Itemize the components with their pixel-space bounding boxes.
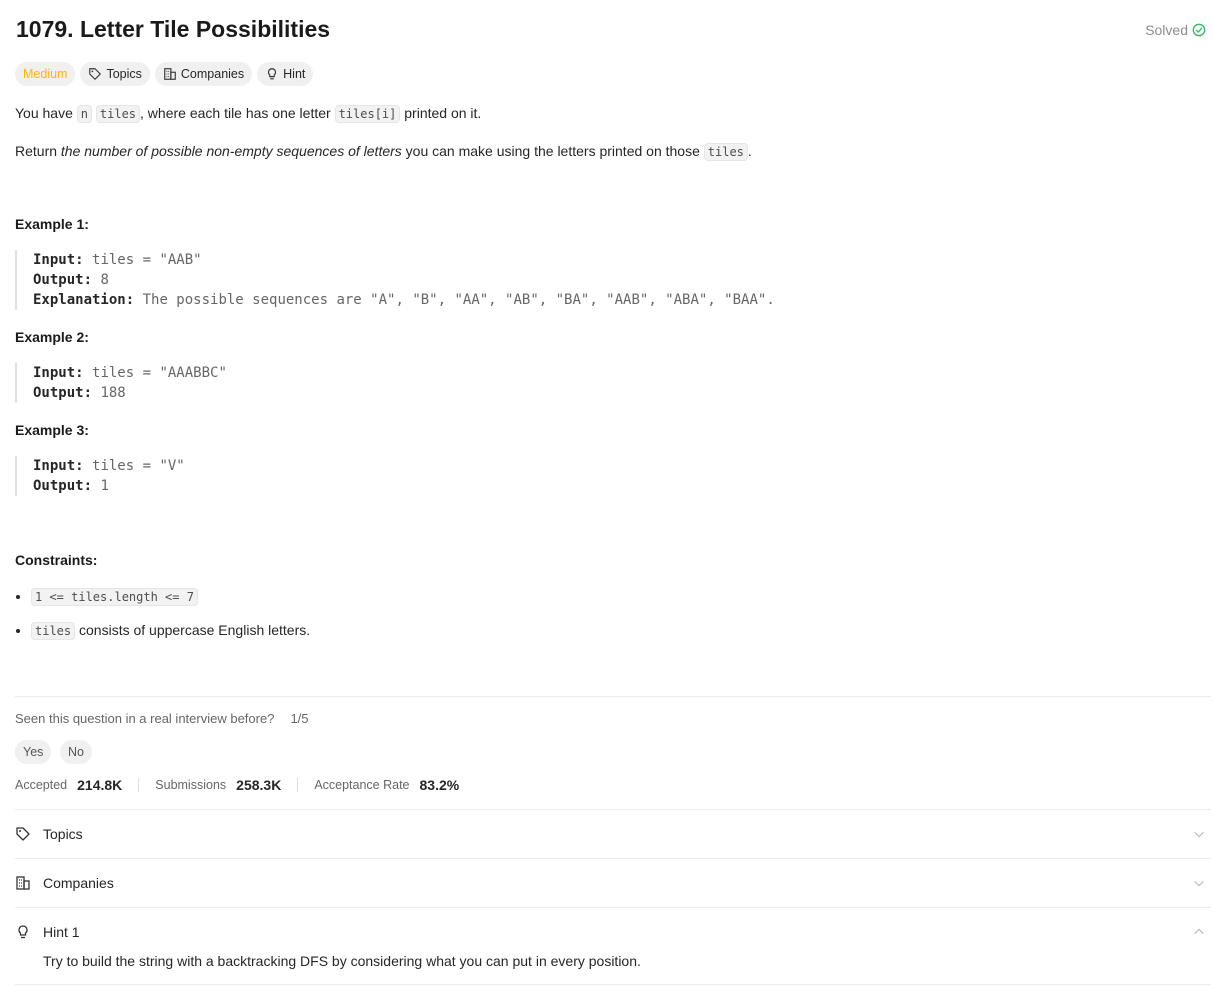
inline-code: 1 <= tiles.length <= 7 [31, 588, 198, 606]
hint-1-text: Try to build the string with a backtrack… [43, 953, 641, 969]
yes-button[interactable]: Yes [15, 740, 52, 764]
companies-accordion-label: Companies [43, 875, 114, 891]
description-paragraph-2: Return the number of possible non-empty … [15, 141, 752, 162]
desc-text: Return [15, 143, 61, 159]
example-1-title: Example 1: [15, 216, 89, 232]
explanation-value: The possible sequences are "A", "B", "AA… [142, 292, 775, 308]
example-3-input: Input: tiles = "V" [33, 456, 185, 476]
output-label: Output: [33, 272, 93, 288]
example-3-output: Output: 1 [33, 476, 185, 496]
topics-tag-button[interactable]: Topics [80, 62, 150, 86]
desc-text: printed on it. [400, 105, 482, 121]
companies-tag-button[interactable]: Companies [154, 62, 253, 86]
no-button[interactable]: No [60, 740, 92, 764]
input-label: Input: [33, 252, 84, 268]
description-paragraph-1: You have n tiles, where each tile has on… [15, 103, 481, 124]
output-value: 188 [100, 385, 126, 401]
topics-accordion[interactable]: Topics [15, 824, 1206, 844]
example-2-title: Example 2: [15, 329, 89, 345]
acceptance-rate-label: Acceptance Rate [314, 778, 410, 792]
inline-code: n [76, 105, 92, 123]
constraint-item: tiles consists of uppercase English lett… [31, 620, 310, 641]
desc-emphasis: the number of possible non-empty sequenc… [60, 143, 402, 159]
input-value: tiles = "AAB" [92, 252, 202, 268]
input-label: Input: [33, 365, 84, 381]
hint-tag-label: Hint [283, 67, 306, 81]
constraints-list: 1 <= tiles.length <= 7 tiles consists of… [15, 586, 310, 654]
tag-icon [89, 68, 102, 80]
desc-text: you can make using the letters printed o… [401, 143, 704, 159]
solved-label: Solved [1145, 22, 1188, 38]
example-2-output: Output: 188 [33, 383, 227, 403]
difficulty-badge[interactable]: Medium [15, 62, 76, 86]
acceptance-rate-value: 83.2% [419, 777, 460, 793]
interview-question-text: Seen this question in a real interview b… [15, 711, 275, 726]
divider [15, 907, 1211, 908]
desc-text: You have [15, 105, 77, 121]
divider [15, 858, 1211, 859]
companies-accordion[interactable]: Companies [15, 873, 1206, 893]
inline-code: tiles [31, 622, 76, 640]
check-circle-icon [1192, 23, 1206, 37]
example-3-title: Example 3: [15, 422, 89, 438]
lightbulb-icon [268, 68, 277, 80]
output-label: Output: [33, 478, 93, 494]
input-label: Input: [33, 458, 84, 474]
desc-text: . [747, 143, 752, 159]
input-value: tiles = "AAABBC" [92, 365, 227, 381]
output-label: Output: [33, 385, 93, 401]
problem-title: 1079. Letter Tile Possibilities [16, 16, 331, 42]
accepted-label: Accepted [15, 778, 68, 792]
inline-code: tiles[i] [334, 105, 401, 123]
input-value: tiles = "V" [92, 458, 185, 474]
tag-icon [16, 827, 30, 841]
solved-status: Solved [1145, 22, 1206, 38]
hint-tag-button[interactable]: Hint [257, 62, 314, 86]
hint-1-accordion-label: Hint 1 [43, 924, 80, 940]
desc-text: , where each tile has one letter [140, 105, 335, 121]
example-1-block: Input: tiles = "AAB" Output: 8 Explanati… [15, 250, 775, 310]
inline-code: tiles [95, 105, 141, 123]
example-2-input: Input: tiles = "AAABBC" [33, 363, 227, 383]
accepted-value: 214.8K [77, 777, 123, 793]
lightbulb-icon [18, 925, 28, 939]
example-1-explanation: Explanation: The possible sequences are … [33, 290, 775, 310]
stats-separator [297, 778, 299, 792]
example-2-block: Input: tiles = "AAABBC" Output: 188 [15, 363, 227, 403]
constraint-text: consists of uppercase English letters. [75, 622, 311, 638]
stats-row: Accepted 214.8K Submissions 258.3K Accep… [15, 777, 459, 793]
stats-separator [138, 778, 140, 792]
topics-tag-label: Topics [106, 67, 142, 81]
building-icon [16, 876, 30, 890]
constraint-item: 1 <= tiles.length <= 7 [31, 586, 310, 607]
explanation-label: Explanation: [33, 292, 135, 308]
companies-tag-label: Companies [180, 67, 245, 81]
example-1-input: Input: tiles = "AAB" [33, 250, 775, 270]
chevron-down-icon [1194, 831, 1204, 838]
hint-1-accordion[interactable]: Hint 1 [15, 922, 1206, 942]
output-value: 1 [100, 478, 109, 494]
example-3-block: Input: tiles = "V" Output: 1 [15, 456, 185, 496]
difficulty-label: Medium [23, 67, 68, 81]
submissions-label: Submissions [155, 778, 227, 792]
divider [15, 984, 1211, 985]
chevron-up-icon [1194, 928, 1204, 935]
tag-row: Medium Topics Companies Hint [15, 62, 314, 86]
divider [15, 809, 1211, 810]
inline-code: tiles [703, 143, 748, 161]
example-1-output: Output: 8 [33, 270, 775, 290]
interview-question: Seen this question in a real interview b… [15, 711, 309, 726]
interview-count: 1/5 [290, 711, 309, 726]
divider [15, 696, 1211, 697]
chevron-down-icon [1194, 880, 1204, 887]
submissions-value: 258.3K [236, 777, 282, 793]
output-value: 8 [100, 272, 109, 288]
topics-accordion-label: Topics [43, 826, 83, 842]
building-icon [164, 68, 176, 80]
constraints-title: Constraints: [15, 552, 98, 568]
